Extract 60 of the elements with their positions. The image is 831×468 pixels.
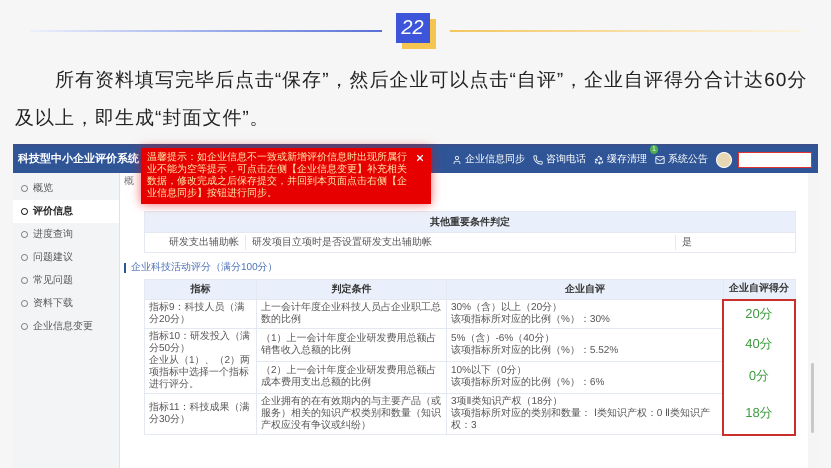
score-detail: 该项指标所对应的比例（%）：6%	[451, 377, 606, 390]
close-icon[interactable]	[415, 153, 425, 163]
score-value: 40分	[745, 336, 773, 351]
sidebar-item[interactable]: 评价信息	[13, 200, 119, 223]
score-level: 30%（含）以上（20分）	[451, 302, 564, 314]
indicator-text: 指标11：科技成果（满分30分）	[149, 402, 250, 426]
person-icon	[452, 154, 462, 164]
table-cell: （2）上一会计年度企业研发费用总额占成本费用支出总额的比例	[256, 361, 446, 394]
nav-link[interactable]: 系统公告	[655, 152, 708, 167]
sidebar-item[interactable]: 问题建议	[13, 246, 119, 269]
score-detail: 该项指标所对应的类别和数量： Ⅰ类知识产权：0 Ⅱ类知识产权：3	[451, 408, 712, 432]
table-cell: 是	[675, 235, 795, 250]
sidebar-item[interactable]: 概览	[13, 177, 119, 200]
recycle-icon	[594, 154, 604, 164]
system-title: 科技型中小企业评价系统	[16, 152, 140, 168]
table-cell: 研发项目立项时是否设置研发支出辅助帐	[245, 235, 675, 250]
score-level: 3项Ⅱ类知识产权（18分）	[451, 396, 564, 408]
sidebar-item[interactable]: 资料下载	[13, 292, 119, 315]
score-level: 10%以下（0分）	[451, 365, 528, 376]
table-cell-text: 研发支出辅助帐	[168, 236, 240, 250]
page-number-badge: 22	[396, 13, 430, 43]
score-value: 20分	[745, 306, 773, 320]
column-header: 指标	[144, 280, 256, 300]
nav-link[interactable]: 企业信息同步	[452, 152, 525, 167]
avatar[interactable]	[716, 152, 732, 168]
radio-icon	[21, 185, 28, 192]
search-field[interactable]	[738, 152, 812, 168]
notice-text: 温馨提示：如企业信息不一致或新增评价信息时出现所属行业不能为空等提示，可点击左侧【企业信息变更】补充相关数据，修改完成之后保存提交，并回到本页面点击右侧【企业信息同步】按钮进行同步。	[147, 152, 408, 200]
table-cell: （1）上一会计年度企业研发费用总额占销售收入总额的比例	[256, 328, 446, 361]
score-value: 0分	[748, 368, 770, 384]
radio-icon	[21, 208, 28, 215]
sidebar-item[interactable]: 常见问题	[13, 269, 119, 292]
score-level: 5%（含）-6%（40分）	[451, 332, 556, 344]
score-detail: 该项指标所对应的比例（%）：30%	[451, 314, 611, 326]
radio-icon	[21, 254, 28, 261]
sidebar-item[interactable]: 进度查询	[13, 223, 119, 246]
indicator-note: 企业从（1）、（2）两项指标中选择一个指标进行评分。	[149, 355, 252, 391]
mail-icon	[655, 154, 665, 164]
nav-link[interactable]: 缓存清理	[594, 152, 647, 167]
table-cell: 上一会计年度企业科技人员占企业职工总数的比例	[256, 300, 446, 328]
scrollbar-thumb[interactable]	[811, 363, 814, 433]
radio-icon	[21, 300, 28, 307]
column-header: 判定条件	[256, 280, 446, 300]
column-header: 企业自评得分	[723, 280, 795, 300]
table-header: 其他重要条件判定	[145, 212, 795, 232]
column-header: 企业自评	[446, 280, 723, 300]
radio-icon	[21, 323, 28, 330]
score-value: 18分	[745, 404, 773, 420]
section-title: 企业科技活动评分（满分100分）	[131, 260, 278, 275]
radio-icon	[21, 231, 28, 238]
sidebar-item[interactable]: 企业信息变更	[13, 315, 119, 338]
score-detail: 该项指标所对应的比例（%）：5.52%	[451, 344, 620, 357]
indicator-text: 指标10：研发投入（满分50分）	[149, 331, 252, 354]
nav-link[interactable]: 咨询电话	[533, 152, 586, 167]
indicator-text: 指标9：科技人员（满分20分）	[149, 302, 246, 326]
breadcrumb: 概	[123, 174, 134, 189]
radio-icon	[21, 277, 28, 284]
instruction-paragraph: 所有资料填写完毕后点击“保存”，然后企业可以点击“自评”，企业自评得分合计达60分及以上，即生成“封面文件”。	[14, 69, 808, 131]
phone-icon	[533, 154, 543, 164]
table-cell: 企业拥有的在有效期内的与主要产品（或服务）相关的知识产权类别和数量（知识产权应没有争议或纠纷）	[256, 394, 446, 434]
